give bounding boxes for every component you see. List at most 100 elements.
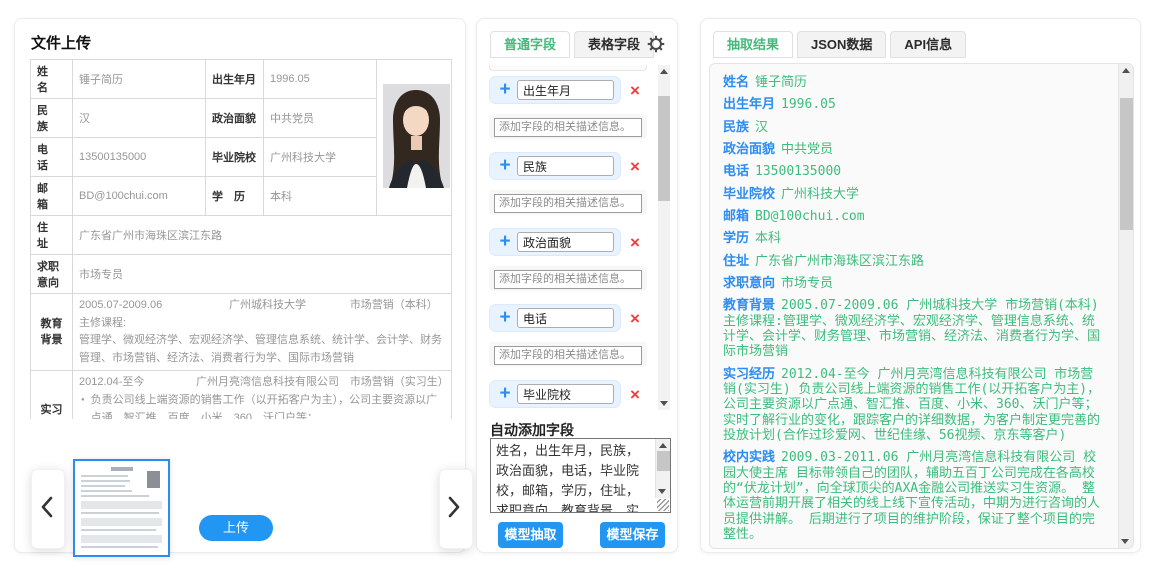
field-row: + ×	[489, 380, 651, 408]
result-entry: 出生年月1996.05	[723, 97, 1101, 112]
result-scrollbar[interactable]	[1118, 64, 1133, 548]
panel-title: 文件上传	[31, 32, 91, 53]
scroll-up-icon[interactable]	[1122, 68, 1130, 73]
field-label: 求职意向	[31, 255, 73, 294]
add-field-icon[interactable]: +	[495, 229, 515, 255]
tab-table-fields[interactable]: 表格字段	[574, 31, 654, 58]
thumbnail-photo	[147, 471, 160, 488]
add-field-icon[interactable]: +	[495, 153, 515, 179]
result-panel: 抽取结果 JSON数据 API信息 姓名锤子简历 出生年月1996.05 民族汉…	[700, 18, 1141, 553]
field-label: 邮 箱	[31, 177, 73, 216]
education-period: 2005.07-2009.06	[79, 297, 185, 315]
resume-extraction-app: 文件上传 姓 名 锤子简历 出生年月 1996.05	[0, 0, 1149, 568]
field-row: + ×	[489, 304, 651, 332]
scrollbar-thumb[interactable]	[1120, 98, 1133, 230]
field-label: 出生年月	[206, 60, 264, 99]
education-school: 广州城科技大学	[185, 297, 350, 315]
resume-thumbnail[interactable]	[73, 459, 170, 557]
scroll-down-icon[interactable]	[660, 401, 668, 406]
auto-fields-textarea-wrap: 姓名，出生年月，民族，政治面貌，电话，毕业院校，邮箱，学历，住址，求职意向，教育…	[490, 438, 671, 513]
delete-field-icon[interactable]: ×	[630, 158, 640, 175]
thumbnail-title-line	[111, 467, 133, 471]
field-desc-wrap	[489, 266, 647, 291]
resize-grip[interactable]	[657, 499, 669, 511]
auto-add-fields-label: 自动添加字段	[490, 420, 574, 440]
scroll-up-icon[interactable]	[659, 443, 667, 448]
delete-field-icon[interactable]: ×	[630, 310, 640, 327]
resume-preview: 姓 名 锤子简历 出生年月 1996.05	[30, 59, 454, 419]
field-row: + ×	[489, 152, 651, 180]
field-value: BD@100chui.com	[73, 177, 206, 216]
field-desc-input[interactable]	[494, 346, 642, 365]
field-desc-input[interactable]	[494, 194, 642, 213]
result-entry: 教育背景2005.07-2009.06 广州城科技大学 市场营销(本科) 主修课…	[723, 298, 1101, 359]
section-label: 实习经历	[31, 371, 73, 419]
internship-content: 2012.04-至今 广州月亮湾信息科技有限公司 市场营销（实习生） 负责公司线…	[73, 371, 452, 419]
tab-api-info[interactable]: API信息	[890, 31, 966, 58]
field-name-input[interactable]	[517, 384, 614, 404]
field-value: 1996.05	[264, 60, 377, 99]
education-row: 教育背景 2005.07-2009.06 广州城科技大学 市场营销（本科） 主修…	[31, 294, 452, 371]
internship-header: 2012.04-至今 广州月亮湾信息科技有限公司 市场营销（实习生）	[79, 374, 445, 392]
field-name-input[interactable]	[517, 156, 614, 176]
education-course-title: 主修课程:	[79, 315, 445, 333]
carousel-prev-icon[interactable]	[40, 496, 56, 518]
field-label: 政治面貌	[206, 99, 264, 138]
delete-field-icon[interactable]: ×	[630, 82, 640, 99]
tab-normal-fields[interactable]: 普通字段	[490, 31, 570, 58]
field-item: +	[489, 380, 621, 408]
field-value: 市场专员	[73, 255, 452, 294]
add-field-icon[interactable]: +	[495, 305, 515, 331]
field-desc-input[interactable]	[494, 118, 642, 137]
field-value: 中共党员	[264, 99, 377, 138]
table-row: 住 址 广东省广州市海珠区滨江东路	[31, 216, 452, 255]
photo-cell	[377, 60, 452, 216]
resume-table: 姓 名 锤子简历 出生年月 1996.05	[30, 59, 452, 419]
result-entry: 姓名锤子简历	[723, 75, 1101, 90]
scrollbar-thumb[interactable]	[657, 451, 670, 471]
field-value: 锤子简历	[73, 60, 206, 99]
scrollbar-thumb[interactable]	[658, 96, 670, 201]
field-value: 汉	[73, 99, 206, 138]
scroll-down-icon[interactable]	[1121, 539, 1129, 544]
education-header: 2005.07-2009.06 广州城科技大学 市场营销（本科）	[79, 297, 445, 315]
field-value: 本科	[264, 177, 377, 216]
settings-gear-icon[interactable]	[647, 35, 665, 53]
scroll-down-icon[interactable]	[658, 489, 666, 494]
add-field-icon[interactable]: +	[495, 381, 515, 407]
section-label: 教育背景	[31, 294, 73, 371]
tab-json-data[interactable]: JSON数据	[797, 31, 886, 58]
field-list-scrollbar[interactable]	[658, 65, 670, 410]
field-desc-wrap	[489, 114, 647, 139]
internship-bullet: 负责公司线上端资源的销售工作（以开拓客户为主），公司主要资源以广点通、智汇推、百…	[79, 392, 445, 419]
field-desc-wrap	[489, 190, 647, 215]
field-name-input[interactable]	[517, 80, 614, 100]
field-item: +	[489, 76, 621, 104]
field-label: 姓 名	[31, 60, 73, 99]
result-box: 姓名锤子简历 出生年月1996.05 民族汉 政治面貌中共党员 电话135001…	[709, 63, 1134, 549]
result-entry: 毕业院校广州科技大学	[723, 187, 1101, 202]
upload-button[interactable]: 上传	[199, 515, 273, 541]
delete-field-icon[interactable]: ×	[630, 234, 640, 251]
portrait-photo	[383, 84, 450, 188]
result-entry: 邮箱BD@100chui.com	[723, 209, 1101, 224]
textarea-scrollbar[interactable]	[655, 439, 670, 498]
field-name-input[interactable]	[517, 308, 614, 328]
field-item: +	[489, 304, 621, 332]
field-item: +	[489, 228, 621, 256]
field-value: 广州科技大学	[264, 138, 377, 177]
field-value: 广东省广州市海珠区滨江东路	[73, 216, 452, 255]
field-name-input[interactable]	[517, 232, 614, 252]
field-desc-input[interactable]	[494, 270, 642, 289]
field-label: 学 历	[206, 177, 264, 216]
model-save-button[interactable]: 模型保存	[600, 522, 665, 548]
delete-field-icon[interactable]: ×	[630, 386, 640, 403]
add-field-icon[interactable]: +	[495, 77, 515, 103]
clipped-field-desc	[489, 65, 647, 71]
carousel-next-icon[interactable]	[447, 496, 463, 518]
result-entry: 住址广东省广州市海珠区滨江东路	[723, 254, 1101, 269]
model-extract-button[interactable]: 模型抽取	[498, 522, 563, 548]
scroll-up-icon[interactable]	[660, 69, 668, 74]
auto-fields-textarea[interactable]: 姓名，出生年月，民族，政治面貌，电话，毕业院校，邮箱，学历，住址，求职意向，教育…	[491, 439, 649, 512]
tab-extract-result[interactable]: 抽取结果	[713, 31, 793, 58]
